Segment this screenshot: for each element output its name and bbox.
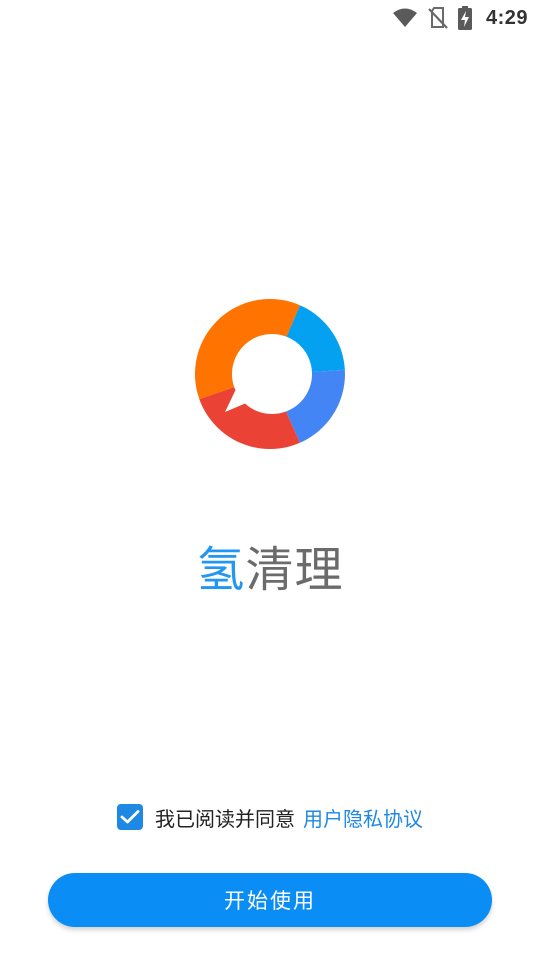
checkmark-icon (120, 810, 140, 824)
status-time: 4:29 (485, 6, 528, 29)
battery-charging-icon (457, 6, 472, 30)
status-bar: 4:29 (0, 0, 540, 36)
welcome-screen: 4:29 氢清理 我已阅读并同意 用户隐私协议 开始使用 (0, 0, 540, 960)
agreement-text: 我已阅读并同意 (155, 806, 295, 831)
agreement-row: 我已阅读并同意 用户隐私协议 (0, 801, 540, 833)
wifi-icon (392, 8, 417, 27)
app-name-rest: 清理 (245, 542, 344, 598)
agreement-checkbox[interactable] (117, 804, 143, 830)
status-icons: 4:29 (392, 4, 528, 32)
privacy-policy-link[interactable]: 用户隐私协议 (303, 803, 423, 832)
no-sim-icon (428, 7, 448, 29)
start-button[interactable]: 开始使用 (48, 873, 492, 927)
app-name-accent: 氢 (196, 542, 246, 598)
chat-ring-logo-icon (195, 299, 345, 449)
app-name: 氢清理 (0, 538, 540, 602)
